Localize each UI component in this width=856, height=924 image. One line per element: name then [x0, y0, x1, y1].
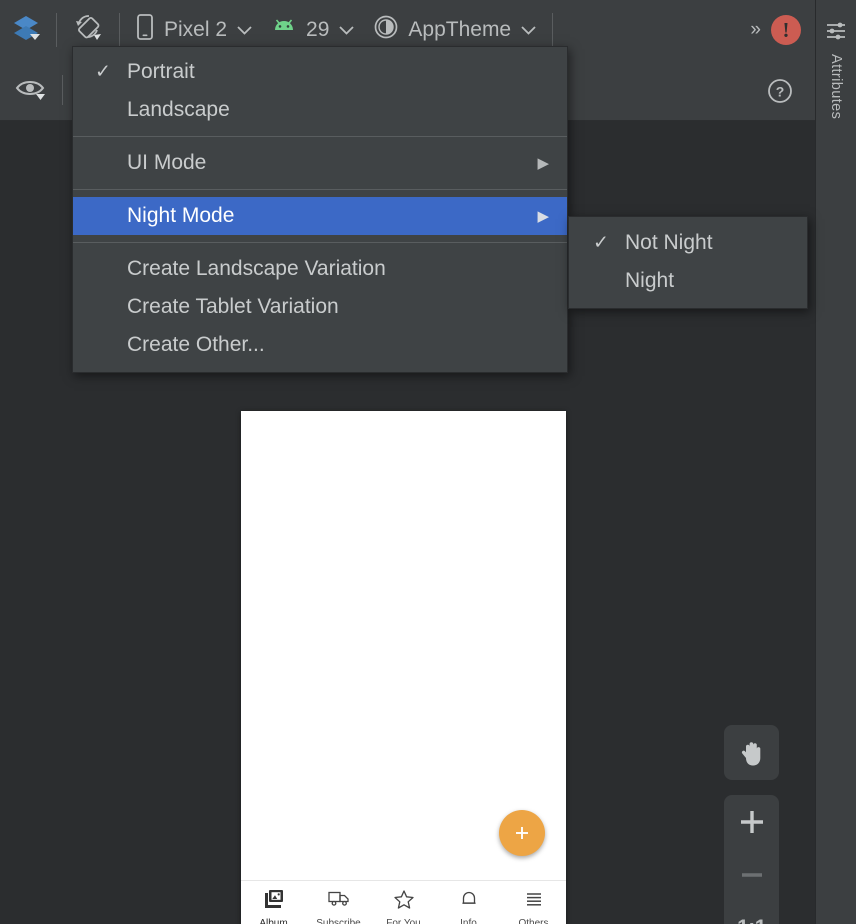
chevron-right-icon: ▶	[537, 208, 549, 225]
chevron-right-icon: ▶	[537, 155, 549, 172]
menu-item-landscape[interactable]: Landscape	[73, 91, 567, 129]
menu-item-ui-mode[interactable]: UI Mode ▶	[73, 144, 567, 182]
help-button[interactable]: ?	[767, 78, 793, 109]
photo-library-icon	[263, 889, 285, 914]
toolbar-divider	[552, 13, 554, 47]
night-mode-submenu[interactable]: ✓ Not Night Night	[568, 216, 808, 309]
editor-stage: Pixel 2 29 AppTheme » ! ? Album Subscrib…	[0, 0, 815, 924]
attributes-tab-label: Attributes	[828, 54, 844, 120]
menu-item-create-landscape-variation[interactable]: Create Landscape Variation	[73, 250, 567, 288]
submenu-item-label: Night	[625, 269, 675, 292]
android-robot-icon	[271, 17, 297, 43]
pan-hand-icon	[741, 741, 760, 765]
orientation-popup-menu[interactable]: ✓ Portrait Landscape UI Mode ▶ Night Mod…	[72, 46, 568, 373]
floating-action-button[interactable]	[499, 810, 545, 856]
menu-separator	[73, 136, 567, 137]
sliders-icon	[825, 20, 847, 42]
help-icon: ?	[768, 79, 792, 103]
bell-icon	[459, 889, 479, 914]
toolbar-divider	[56, 13, 57, 47]
minus-icon	[741, 872, 762, 877]
toolbar-divider	[119, 13, 120, 47]
bottom-navigation[interactable]: Album Subscribe For You Info Others	[241, 880, 566, 924]
menu-separator	[73, 242, 567, 243]
truck-icon	[327, 889, 351, 914]
menu-item-label: Night Mode	[127, 204, 235, 227]
view-options-button[interactable]	[0, 75, 63, 106]
menu-item-label: UI Mode	[127, 151, 207, 174]
check-icon: ✓	[593, 232, 609, 254]
attributes-tool-window-tab[interactable]: Attributes	[815, 0, 856, 924]
layout-editor-window: Pixel 2 29 AppTheme » ! ? Album Subscrib…	[0, 0, 856, 924]
zoom-in-button[interactable]	[724, 795, 779, 848]
nav-item-info[interactable]: Info	[436, 889, 501, 924]
toolbar-divider	[62, 75, 63, 105]
eye-icon	[14, 75, 50, 106]
nav-label: Info	[460, 917, 477, 924]
menu-item-portrait[interactable]: ✓ Portrait	[73, 53, 567, 91]
api-level: 29	[306, 18, 330, 41]
menu-item-label: Create Other...	[127, 333, 265, 356]
menu-item-label: Create Landscape Variation	[127, 257, 386, 280]
menu-item-night-mode[interactable]: Night Mode ▶	[73, 197, 567, 235]
nav-label: Others	[518, 917, 549, 924]
submenu-item-label: Not Night	[625, 231, 713, 254]
zoom-out-button[interactable]	[724, 848, 779, 901]
toolbar-overflow-button[interactable]: »	[738, 19, 771, 41]
layers-icon	[11, 12, 41, 48]
menu-item-create-tablet-variation[interactable]: Create Tablet Variation	[73, 288, 567, 326]
chevron-down-icon	[236, 18, 253, 42]
device-preview[interactable]: Album Subscribe For You Info Others	[241, 411, 566, 924]
menu-item-label: Landscape	[127, 98, 230, 121]
plus-icon	[740, 810, 763, 833]
zoom-controls: 1:1	[724, 795, 779, 924]
theme-name: AppTheme	[408, 18, 512, 41]
device-name: Pixel 2	[164, 18, 228, 41]
check-icon: ✓	[95, 61, 111, 83]
pan-tool-button[interactable]	[724, 725, 779, 780]
svg-text:?: ?	[776, 84, 785, 100]
chevron-down-icon	[338, 18, 355, 42]
nav-label: For You	[386, 917, 421, 924]
nav-item-for-you[interactable]: For You	[371, 889, 436, 924]
nav-label: Album	[259, 917, 288, 924]
menu-item-label: Create Tablet Variation	[127, 295, 339, 318]
menu-item-create-other[interactable]: Create Other...	[73, 326, 567, 364]
star-icon	[393, 889, 415, 914]
nav-item-album[interactable]: Album	[241, 889, 306, 924]
device-rotate-icon	[72, 11, 104, 49]
error-badge-label: !	[782, 17, 790, 42]
chevron-down-icon	[520, 18, 537, 42]
nav-label: Subscribe	[316, 917, 361, 924]
nav-item-subscribe[interactable]: Subscribe	[306, 889, 371, 924]
plus-icon	[516, 827, 528, 839]
menu-item-label: Portrait	[127, 60, 195, 83]
design-surface-button[interactable]	[0, 0, 50, 60]
nav-item-others[interactable]: Others	[501, 889, 566, 924]
phone-icon	[135, 13, 155, 47]
list-lines-icon	[523, 889, 545, 914]
actual-size-button[interactable]: 1:1	[724, 901, 779, 924]
theme-contrast-icon	[373, 14, 399, 46]
submenu-item-night[interactable]: Night	[569, 262, 807, 300]
submenu-item-not-night[interactable]: ✓ Not Night	[569, 224, 807, 262]
menu-separator	[73, 189, 567, 190]
error-badge[interactable]: !	[771, 15, 801, 45]
